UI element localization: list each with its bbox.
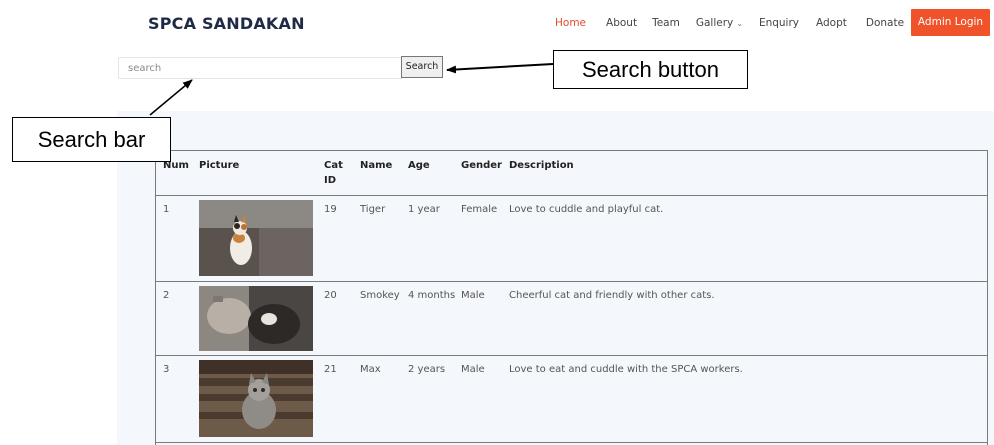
search-button[interactable]: Search [401, 56, 443, 78]
row-description: Cheerful cat and friendly with other cat… [509, 290, 715, 301]
table-header: Num Picture Cat ID Name Age Gender Descr… [156, 151, 987, 196]
cat-photo [199, 360, 313, 437]
main-nav: Home About Team Gallery ⌄ Enquiry Adopt D… [555, 17, 904, 29]
search-button-arrow [446, 63, 554, 74]
row-gender: Male [461, 290, 485, 301]
nav-enquiry[interactable]: Enquiry [759, 17, 799, 29]
table-row: 2 20 Smokey 4 months Male Cheerful cat a… [156, 281, 987, 356]
row-name: Max [360, 364, 381, 375]
row-gender: Female [461, 204, 498, 215]
search-bar-callout: Search bar [12, 117, 171, 162]
row-age: 4 months [408, 290, 456, 301]
table-row: 1 19 Tiger 1 year Female Love to cuddle … [156, 195, 987, 282]
row-name: Tiger [360, 204, 386, 215]
nav-adopt[interactable]: Adopt [816, 17, 847, 29]
col-header-gender: Gender [461, 160, 502, 171]
col-header-description: Description [509, 160, 574, 171]
row-gender: Male [461, 364, 485, 375]
search-input[interactable] [118, 57, 403, 79]
chevron-down-icon: ⌄ [736, 19, 743, 28]
row-description: Love to cuddle and playful cat. [509, 204, 664, 215]
row-num: 1 [163, 204, 170, 215]
col-header-name: Name [360, 160, 393, 171]
row-name: Smokey [360, 290, 400, 301]
cat-photo [199, 286, 313, 351]
search-button-callout: Search button [553, 50, 748, 89]
col-header-picture: Picture [199, 160, 240, 171]
admin-login-button[interactable]: Admin Login [911, 9, 990, 36]
nav-gallery-label: Gallery [695, 17, 734, 29]
col-header-age: Age [408, 160, 430, 171]
table-row: 3 21 Max 2 years Male Love to eat and cu… [156, 355, 987, 443]
row-cat-id: 19 [324, 204, 337, 215]
nav-team[interactable]: Team [652, 17, 680, 29]
row-description: Love to eat and cuddle with the SPCA wor… [509, 364, 743, 375]
brand-logo[interactable]: SPCA SANDAKAN [148, 14, 305, 33]
row-num: 2 [163, 290, 170, 301]
nav-donate[interactable]: Donate [866, 17, 904, 29]
cats-table: Num Picture Cat ID Name Age Gender Descr… [155, 150, 988, 445]
nav-home[interactable]: Home [555, 17, 586, 29]
row-age: 2 years [408, 364, 446, 375]
row-num: 3 [163, 364, 170, 375]
row-age: 1 year [408, 204, 440, 215]
row-cat-id: 21 [324, 364, 337, 375]
cat-photo [199, 200, 313, 276]
nav-about[interactable]: About [606, 17, 637, 29]
nav-gallery[interactable]: Gallery ⌄ [696, 17, 743, 29]
col-header-cat-id: Cat ID [324, 160, 343, 186]
row-cat-id: 20 [324, 290, 337, 301]
search-bar-arrow [149, 79, 193, 116]
